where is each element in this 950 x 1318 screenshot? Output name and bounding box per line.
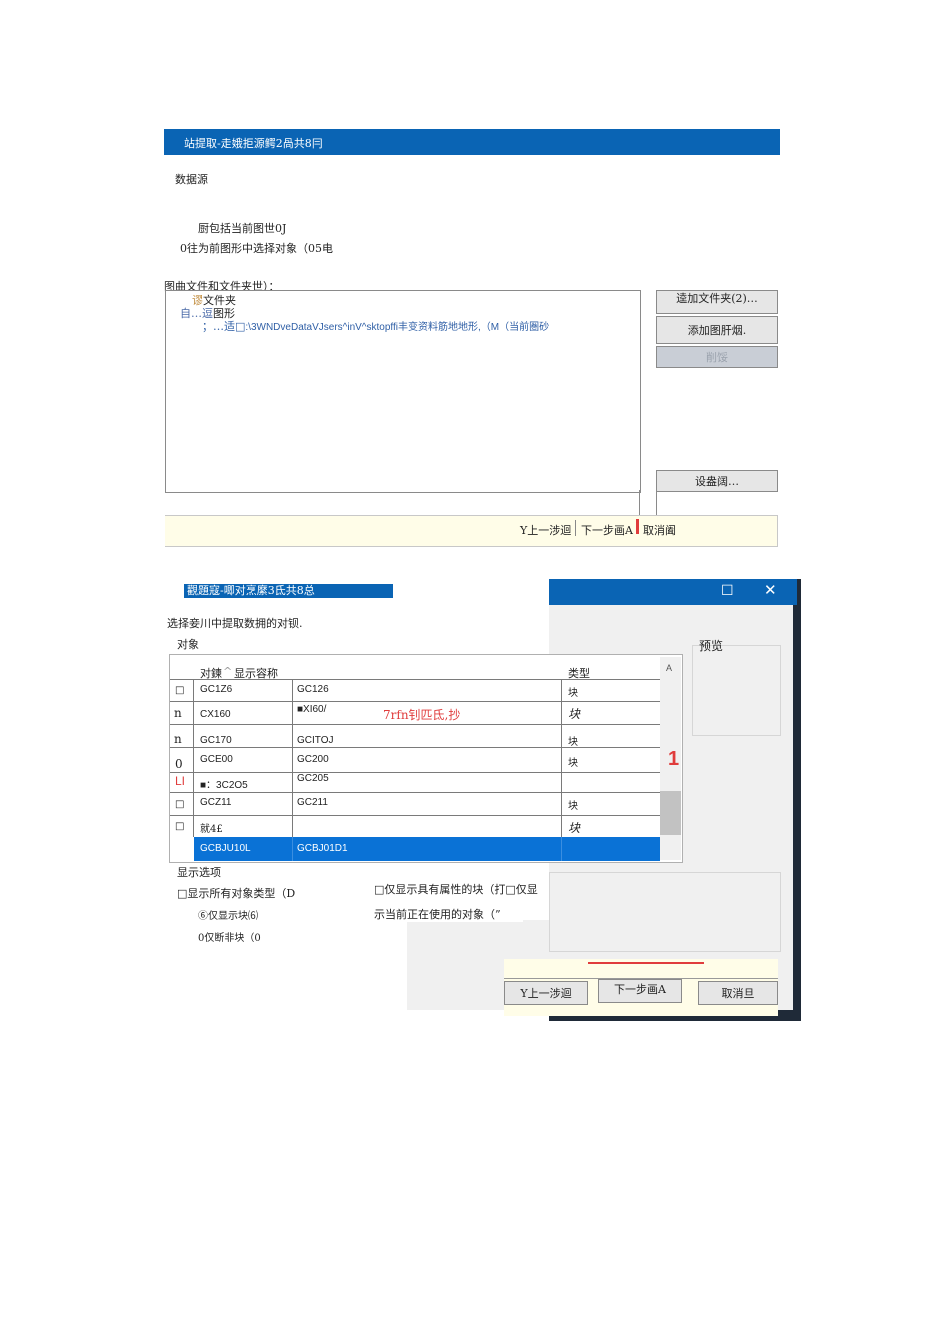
cell-display-name: GC211	[293, 793, 562, 815]
dialog1-title: 站提取-走娥拒源鳄2咼共8冃	[184, 137, 323, 150]
cell-display-name: GC200	[293, 748, 562, 772]
back-button[interactable]: Y上一涉迴	[520, 522, 571, 538]
tree-branch-icon: ；…适□	[202, 320, 246, 333]
cell-type: 块	[568, 688, 578, 699]
row-checkbox[interactable]: n	[170, 702, 194, 724]
row-checkbox[interactable]: □	[170, 793, 194, 815]
radio-select-objects[interactable]: 0往为前图形中选择对象（05电	[180, 240, 333, 256]
table-header-row: 对鍊 ^ 显示容称 类型	[170, 657, 660, 680]
cell-display-name: GCITOJ	[293, 725, 562, 747]
table-row[interactable]: n CX160 ■XI60/ 7rfn钊匹氐,抄 块	[170, 702, 660, 725]
focus-marker	[636, 519, 639, 534]
row-checkbox[interactable]: n	[170, 725, 194, 747]
add-folder-button[interactable]: 逵加文件夹(2)…	[656, 290, 778, 314]
cell-name: GC1Z6	[194, 679, 293, 701]
options-panel	[549, 872, 781, 952]
row-checkbox[interactable]: □	[170, 679, 194, 701]
cell-display-name	[293, 816, 562, 837]
sort-icon: ^	[223, 665, 233, 678]
table-row[interactable]: □ GCZ11 GC211 块	[170, 793, 660, 816]
cell-type	[562, 773, 660, 792]
row-checkbox[interactable]: □	[170, 816, 194, 837]
cell-name: GCZ11	[194, 793, 293, 815]
radio-include-current-drawing[interactable]: 厨包括当前图世0J	[198, 220, 286, 236]
cell-display-name: ■XI60/ 7rfn钊匹氐,抄	[293, 702, 562, 724]
option-in-use-objects[interactable]: 示当前正在使用的对象（”	[374, 906, 523, 922]
row-checkbox[interactable]: 0	[170, 748, 194, 772]
objects-label: 对象	[177, 638, 199, 651]
cell-display-name: GC126	[293, 679, 562, 701]
table-row-selected[interactable]: GCBJU10L GCBJ01D1	[170, 837, 660, 861]
add-drawing-button[interactable]: 添加图肝烟.	[656, 316, 778, 344]
back-button[interactable]: Y上一涉迴	[504, 981, 588, 1005]
focus-marker	[588, 962, 704, 964]
cell-type	[562, 837, 660, 861]
delete-button[interactable]: 削馁	[656, 346, 778, 368]
preview-panel	[692, 645, 781, 736]
option-only-blocks[interactable]: ⑥仅显示块⑹	[198, 907, 258, 922]
cell-name: GC170	[194, 725, 293, 747]
divider	[575, 520, 576, 536]
settings-button[interactable]: 设盎阔…	[656, 470, 778, 492]
row-checkbox[interactable]: LI	[170, 773, 194, 792]
red-annotation: 7rfn钊匹氐,抄	[383, 708, 461, 722]
scroll-up-icon[interactable]: A	[666, 663, 672, 673]
tree-item-file[interactable]: ；…适□:\3WNDveDataVJsers^inV^sktopffi丰变资料筋…	[202, 318, 549, 334]
data-source-label: 数据源	[175, 173, 208, 186]
instruction-text: 选择妾川中提取数拥的对钡.	[167, 617, 303, 630]
cell-type: 块	[568, 801, 578, 812]
cancel-button[interactable]: 取消旦	[698, 981, 778, 1005]
table-row[interactable]: □ GC1Z6 GC126 块	[170, 679, 660, 702]
cell-type: 块	[568, 737, 578, 748]
dialog2-title: 觀題寇-唧对烹縻3氐共8总	[187, 584, 315, 597]
display-options-label: 显示选项	[177, 866, 221, 879]
next-button[interactable]: 下一步画A	[598, 979, 682, 1003]
window-title-bar: ☐ ✕	[549, 579, 797, 605]
option-attribute-blocks[interactable]: □仅显示具有属性的块（打□仅显	[374, 881, 538, 897]
tree-item-path: :\3WNDveDataVJsers^inV^sktopffi丰变资料筋地地形,…	[245, 322, 550, 333]
objects-table[interactable]: 对鍊 ^ 显示容称 类型 □ GC1Z6 GC126 块 n CX160 ■XI…	[169, 654, 683, 863]
cell-display-name: GC205	[293, 773, 562, 792]
divider	[656, 492, 657, 515]
red-marker: 1	[668, 748, 680, 770]
preview-label: 预览	[699, 639, 724, 653]
cell-name: GCBJU10L	[194, 837, 293, 861]
option-only-non-blocks[interactable]: 0仅断非块（0	[198, 929, 261, 944]
cell-type: 块	[568, 707, 581, 721]
table-row[interactable]: n GC170 GCITOJ 块	[170, 725, 660, 748]
cell-display-name: GCBJ01D1	[293, 837, 562, 861]
next-button[interactable]: 下一步画A	[581, 522, 633, 538]
row-checkbox[interactable]	[170, 837, 194, 861]
dialog2-footer: Y上一涉迴 下一步画A 取消旦	[504, 959, 778, 1016]
table-row[interactable]: LI ■：3C2O5 GC205	[170, 773, 660, 793]
close-icon[interactable]: ✕	[764, 581, 777, 599]
dialog2-title-bar: 觀題寇-唧对烹縻3氐共8总	[184, 584, 393, 598]
scrollbar-thumb[interactable]	[660, 791, 681, 835]
cell-name: ■：3C2O5	[194, 773, 293, 792]
cell-type: 块	[568, 821, 581, 835]
maximize-icon[interactable]: ☐	[721, 582, 734, 599]
table-row[interactable]: 0 GCE00 GC200 块	[170, 748, 660, 773]
divider	[639, 490, 640, 515]
dialog1-footer: Y上一涉迴 下一步画A 取消阖	[165, 515, 778, 547]
drawing-files-tree[interactable]: 谬文件夹 自…逗图形 ；…适□:\3WNDveDataVJsers^inV^sk…	[165, 290, 641, 493]
table-row[interactable]: □ 就4£ 块	[170, 816, 660, 837]
option-show-all-types[interactable]: □显示所有对象类型（D	[177, 885, 295, 901]
cell-name: CX160	[194, 702, 293, 724]
cancel-button[interactable]: 取消阖	[643, 522, 676, 538]
cell-name: GCE00	[194, 748, 293, 772]
cell-name: 就4£	[194, 816, 293, 837]
dialog1-title-bar: 站提取-走娥拒源鳄2咼共8冃	[164, 129, 780, 155]
cell-type: 块	[568, 758, 578, 769]
